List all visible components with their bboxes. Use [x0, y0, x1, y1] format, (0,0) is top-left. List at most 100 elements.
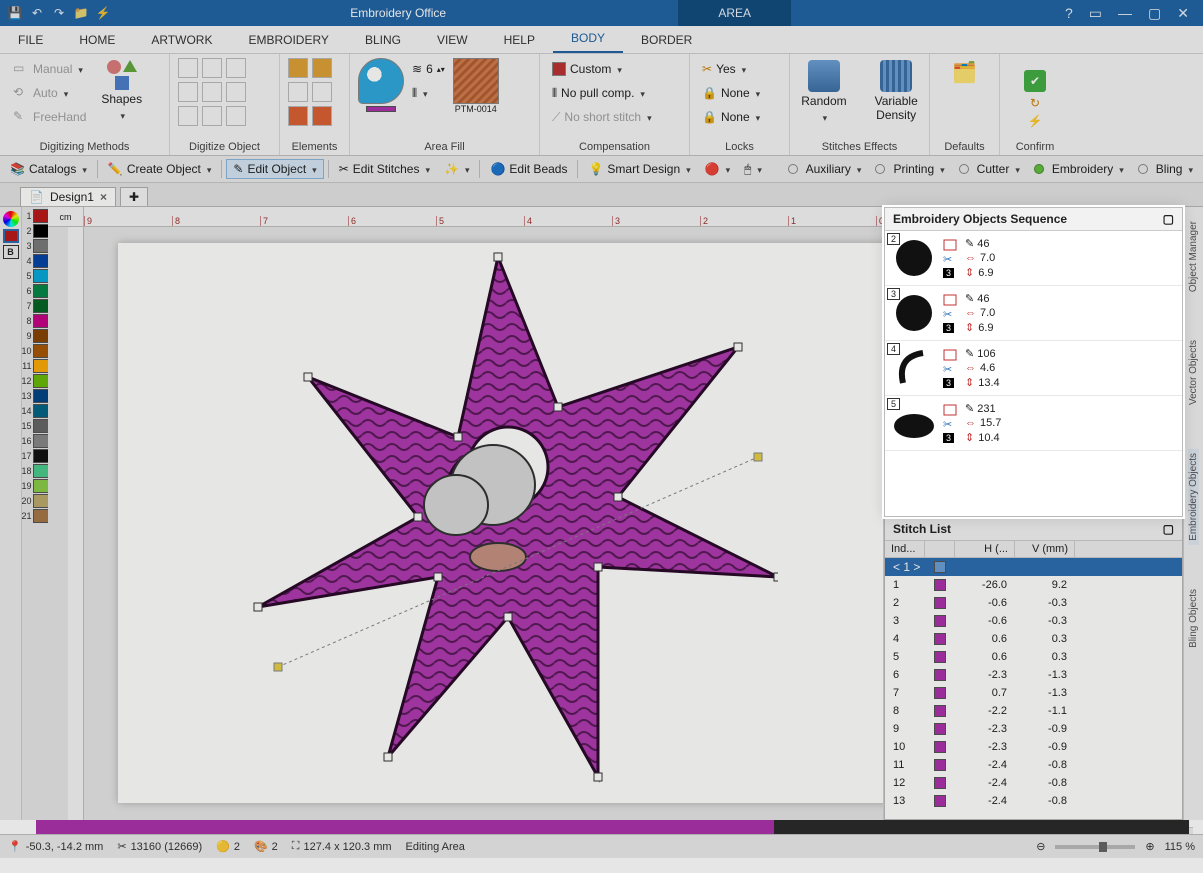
minimize-icon[interactable]: —	[1118, 5, 1132, 22]
stitch-row[interactable]: 1-26.09.2	[885, 576, 1182, 594]
confirm-button[interactable]: ✔	[1024, 70, 1046, 92]
lock-start[interactable]: ✂Yes	[698, 58, 781, 80]
ribbon-toggle-icon[interactable]: ▭	[1089, 5, 1102, 22]
palette-swatch[interactable]: 3	[22, 239, 49, 253]
stitch-row[interactable]: 3-0.6-0.3	[885, 612, 1182, 630]
palette-swatch[interactable]: 18	[22, 464, 49, 478]
pointer-icon[interactable]: 🖱	[738, 160, 768, 179]
close-tab-icon[interactable]: ×	[100, 190, 107, 204]
palette-swatch[interactable]: 13	[22, 389, 49, 403]
palette-swatch[interactable]: 7	[22, 299, 49, 313]
palette-swatch[interactable]: 6	[22, 284, 49, 298]
stitch-row[interactable]: 12-2.4-0.8	[885, 774, 1182, 792]
create-object-button[interactable]: ✏️Create Object	[102, 160, 218, 178]
sequence-item[interactable]: 4✂3✎ 106⇔ 4.6⇕ 13.4	[885, 341, 1182, 396]
comp-pull[interactable]: ⫴No pull comp.	[548, 82, 681, 104]
bold-icon[interactable]: B	[3, 245, 19, 259]
palette-swatch[interactable]: 19	[22, 479, 49, 493]
shapes-button[interactable]: Shapes	[95, 58, 148, 124]
zoom-out-icon[interactable]: ⊖	[1036, 840, 1045, 853]
tab-bling[interactable]: BLING	[347, 27, 419, 53]
palette-swatch[interactable]: 15	[22, 419, 49, 433]
palette-swatch[interactable]: 11	[22, 359, 49, 373]
cutter-toggle[interactable]: Cutter	[953, 160, 1026, 178]
stitch-row[interactable]: 9-2.3-0.9	[885, 720, 1182, 738]
sequence-item[interactable]: 2✂3✎ 46⇔ 7.0⇕ 6.9	[885, 231, 1182, 286]
tab-file[interactable]: FILE	[0, 27, 61, 53]
redo-icon[interactable]: ↷	[50, 4, 68, 22]
color-wheel-icon[interactable]	[3, 211, 19, 227]
palette-swatch[interactable]: 10	[22, 344, 49, 358]
tab-artwork[interactable]: ARTWORK	[133, 27, 230, 53]
bolt-icon[interactable]: ⚡	[1028, 114, 1043, 128]
lock-end[interactable]: 🔒None	[698, 106, 781, 128]
stitch-row[interactable]: 2-0.6-0.3	[885, 594, 1182, 612]
catalogs-button[interactable]: 📚Catalogs	[4, 160, 93, 178]
stitch-row[interactable]: 8-2.2-1.1	[885, 702, 1182, 720]
comp-custom[interactable]: Custom	[548, 58, 681, 80]
fill-preview[interactable]	[358, 58, 404, 104]
vtab-vector-objects[interactable]: Vector Objects	[1188, 336, 1199, 409]
embroidery-toggle[interactable]: Embroidery	[1028, 160, 1130, 178]
tab-help[interactable]: HELP	[486, 27, 553, 53]
spacing-input[interactable]: ⫴	[408, 82, 449, 104]
save-icon[interactable]: 💾	[6, 4, 24, 22]
bling-toggle[interactable]: Bling	[1132, 160, 1199, 178]
stitch-row[interactable]: 40.60.3	[885, 630, 1182, 648]
printing-toggle[interactable]: Printing	[869, 160, 950, 178]
variable-density-button[interactable]: Variable Density	[869, 58, 924, 124]
smart-design-button[interactable]: 💡Smart Design	[582, 160, 696, 178]
auxiliary-toggle[interactable]: Auxiliary	[782, 160, 868, 178]
stitch-row[interactable]: 70.7-1.3	[885, 684, 1182, 702]
vtab-bling-objects[interactable]: Bling Objects	[1188, 585, 1199, 652]
folder-icon[interactable]: 📁	[72, 4, 90, 22]
palette-swatch[interactable]: 12	[22, 374, 49, 388]
palette-swatch[interactable]: 14	[22, 404, 49, 418]
tab-embroidery[interactable]: EMBROIDERY	[230, 27, 346, 53]
elements-grid[interactable]	[288, 58, 332, 126]
palette-swatch[interactable]: 4	[22, 254, 49, 268]
help-icon[interactable]: ?	[1065, 5, 1073, 22]
defaults-button[interactable]: 🗂️	[946, 58, 983, 87]
edit-object-button[interactable]: ✎Edit Object	[226, 159, 323, 179]
density-input[interactable]: ≋6▴▾	[408, 58, 449, 80]
vtab-embroidery-objects[interactable]: Embroidery Objects	[1188, 449, 1199, 545]
new-tab-button[interactable]: ✚	[120, 187, 148, 206]
context-tab[interactable]: AREA	[678, 0, 791, 26]
digitize-object-grid[interactable]	[178, 58, 246, 126]
design-artwork[interactable]	[218, 237, 778, 797]
random-button[interactable]: Random	[795, 58, 852, 126]
tab-border[interactable]: BORDER	[623, 27, 710, 53]
palette-swatch[interactable]: 5	[22, 269, 49, 283]
active-thread-swatch[interactable]	[3, 229, 19, 243]
tab-home[interactable]: HOME	[61, 27, 133, 53]
bolt-icon[interactable]: ⚡	[94, 4, 112, 22]
pattern-swatch[interactable]	[453, 58, 499, 104]
maximize-icon[interactable]: ▢	[1148, 5, 1161, 22]
undo-icon[interactable]: ↶	[28, 4, 46, 22]
close-icon[interactable]: ✕	[1177, 5, 1189, 22]
palette-swatch[interactable]: 1	[22, 209, 49, 223]
wand-icon[interactable]: ✨	[438, 160, 475, 178]
ruler-unit[interactable]: cm	[48, 207, 84, 227]
zoom-slider[interactable]	[1055, 845, 1135, 849]
stitch-row[interactable]: 11-2.4-0.8	[885, 756, 1182, 774]
vtab-object-manager[interactable]: Object Manager	[1188, 217, 1199, 296]
sequence-item[interactable]: 3✂3✎ 46⇔ 7.0⇕ 6.9	[885, 286, 1182, 341]
stitch-list-header[interactable]: Ind... H (... V (mm)	[885, 541, 1182, 558]
doc-tab[interactable]: 📄Design1×	[20, 187, 116, 206]
palette-swatch[interactable]: 21	[22, 509, 49, 523]
palette-swatch[interactable]: 17	[22, 449, 49, 463]
panel-maximize-icon[interactable]: ▢	[1163, 212, 1174, 226]
tab-body[interactable]: BODY	[553, 25, 623, 53]
fill-color-swatch[interactable]	[366, 106, 396, 112]
stitch-progress[interactable]	[36, 820, 1189, 834]
palette-swatch[interactable]: 20	[22, 494, 49, 508]
stitch-row-selected[interactable]: < 1 >	[885, 558, 1182, 576]
edit-stitches-button[interactable]: ✂Edit Stitches	[333, 160, 436, 178]
refresh-icon[interactable]: ↻	[1030, 96, 1040, 110]
stitch-row[interactable]: 6-2.3-1.3	[885, 666, 1182, 684]
stitch-row[interactable]: 50.60.3	[885, 648, 1182, 666]
edit-beads-button[interactable]: 🔵Edit Beads	[484, 160, 573, 178]
tab-view[interactable]: VIEW	[419, 27, 486, 53]
